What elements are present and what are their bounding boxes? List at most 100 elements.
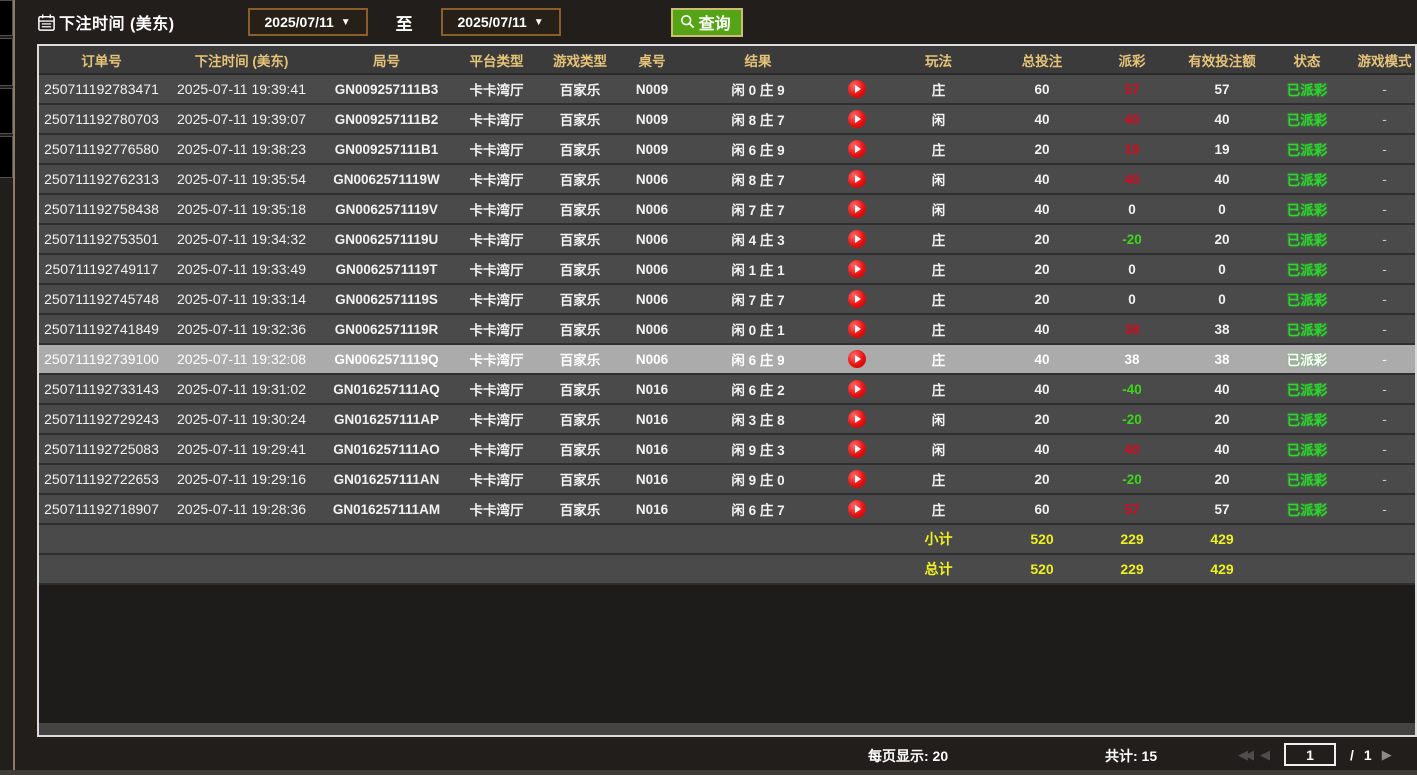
col-header-round: 局号 bbox=[319, 46, 454, 74]
play-icon[interactable] bbox=[848, 80, 866, 98]
play-icon[interactable] bbox=[848, 290, 866, 308]
page-title: 下注时间 (美东) bbox=[59, 10, 175, 34]
table-totals: 小计 520 229 429 总计 520 229 429 bbox=[39, 524, 1417, 584]
cell-platform: 卡卡湾厅 bbox=[454, 164, 539, 194]
table-row[interactable]: 250711192722653 2025-07-11 19:29:16 GN01… bbox=[39, 464, 1417, 494]
cell-result: 闲 9 庄 0 bbox=[683, 464, 833, 494]
table-row[interactable]: 250711192741849 2025-07-11 19:32:36 GN00… bbox=[39, 314, 1417, 344]
cell-bet-type: 庄 bbox=[881, 74, 996, 104]
first-page-icon[interactable]: ◀◀ bbox=[1238, 747, 1250, 763]
col-header-validbet: 有效投注额 bbox=[1176, 46, 1268, 74]
cell-valid-bet: 20 bbox=[1176, 464, 1268, 494]
date-to-select[interactable]: 2025/07/11 ▼ bbox=[441, 8, 561, 36]
cell-status: 已派彩 bbox=[1268, 374, 1346, 404]
col-header-totalbet: 总投注 bbox=[996, 46, 1088, 74]
col-header-bettype: 玩法 bbox=[881, 46, 996, 74]
table-row[interactable]: 250711192733143 2025-07-11 19:31:02 GN01… bbox=[39, 374, 1417, 404]
cell-table-no: N016 bbox=[621, 464, 683, 494]
cell-table-no: N016 bbox=[621, 494, 683, 524]
cell-table-no: N006 bbox=[621, 344, 683, 374]
cell-valid-bet: 40 bbox=[1176, 374, 1268, 404]
table-row[interactable]: 250711192739100 2025-07-11 19:32:08 GN00… bbox=[39, 344, 1417, 374]
play-icon[interactable] bbox=[848, 410, 866, 428]
table-row[interactable]: 250711192718907 2025-07-11 19:28:36 GN01… bbox=[39, 494, 1417, 524]
cell-game-type: 百家乐 bbox=[539, 494, 621, 524]
cell-bet-type: 庄 bbox=[881, 224, 996, 254]
left-edge-decoration bbox=[0, 0, 13, 180]
cell-order: 250711192729243 bbox=[39, 404, 164, 434]
play-icon[interactable] bbox=[848, 350, 866, 368]
table-row[interactable]: 250711192776580 2025-07-11 19:38:23 GN00… bbox=[39, 134, 1417, 164]
cell-status: 已派彩 bbox=[1268, 284, 1346, 314]
cell-order: 250711192722653 bbox=[39, 464, 164, 494]
cell-replay bbox=[833, 314, 881, 344]
play-icon[interactable] bbox=[848, 470, 866, 488]
cell-bet-type: 庄 bbox=[881, 314, 996, 344]
cell-replay bbox=[833, 224, 881, 254]
cell-total-bet: 40 bbox=[996, 344, 1088, 374]
play-icon[interactable] bbox=[848, 440, 866, 458]
cell-status: 已派彩 bbox=[1268, 254, 1346, 284]
cell-game-mode: - bbox=[1346, 494, 1417, 524]
play-icon[interactable] bbox=[848, 320, 866, 338]
table-row[interactable]: 250711192749117 2025-07-11 19:33:49 GN00… bbox=[39, 254, 1417, 284]
table-body: 250711192783471 2025-07-11 19:39:41 GN00… bbox=[39, 74, 1417, 524]
play-icon[interactable] bbox=[848, 110, 866, 128]
cell-replay bbox=[833, 194, 881, 224]
cell-order: 250711192776580 bbox=[39, 134, 164, 164]
cell-status: 已派彩 bbox=[1268, 104, 1346, 134]
play-icon[interactable] bbox=[848, 140, 866, 158]
page-number-input[interactable] bbox=[1284, 743, 1336, 766]
search-button[interactable]: 查询 bbox=[671, 8, 743, 37]
cell-platform: 卡卡湾厅 bbox=[454, 284, 539, 314]
cell-round-id: GN016257111AP bbox=[319, 404, 454, 434]
date-from-select[interactable]: 2025/07/11 ▼ bbox=[248, 8, 368, 36]
cell-bet-type: 闲 bbox=[881, 404, 996, 434]
play-icon[interactable] bbox=[848, 500, 866, 518]
table-row[interactable]: 250711192725083 2025-07-11 19:29:41 GN01… bbox=[39, 434, 1417, 464]
table-row[interactable]: 250711192783471 2025-07-11 19:39:41 GN00… bbox=[39, 74, 1417, 104]
cell-status: 已派彩 bbox=[1268, 314, 1346, 344]
cell-payout: 38 bbox=[1088, 344, 1176, 374]
date-to-value: 2025/07/11 bbox=[458, 14, 527, 30]
next-page-icon[interactable]: ▶ bbox=[1382, 747, 1392, 763]
cell-bet-time: 2025-07-11 19:34:32 bbox=[164, 224, 319, 254]
record-count-label: 共计: 15 bbox=[1105, 746, 1157, 766]
cell-payout: 40 bbox=[1088, 434, 1176, 464]
cell-payout: 19 bbox=[1088, 134, 1176, 164]
subtotal-valid-bet: 429 bbox=[1176, 524, 1268, 554]
cell-valid-bet: 57 bbox=[1176, 74, 1268, 104]
cell-valid-bet: 20 bbox=[1176, 404, 1268, 434]
table-row[interactable]: 250711192729243 2025-07-11 19:30:24 GN01… bbox=[39, 404, 1417, 434]
table-row[interactable]: 250711192762313 2025-07-11 19:35:54 GN00… bbox=[39, 164, 1417, 194]
cell-round-id: GN009257111B3 bbox=[319, 74, 454, 104]
cell-replay bbox=[833, 104, 881, 134]
table-row[interactable]: 250711192753501 2025-07-11 19:34:32 GN00… bbox=[39, 224, 1417, 254]
play-icon[interactable] bbox=[848, 170, 866, 188]
table-row[interactable]: 250711192758438 2025-07-11 19:35:18 GN00… bbox=[39, 194, 1417, 224]
cell-valid-bet: 19 bbox=[1176, 134, 1268, 164]
prev-page-icon[interactable]: ◀ bbox=[1260, 747, 1270, 763]
table-row[interactable]: 250711192745748 2025-07-11 19:33:14 GN00… bbox=[39, 284, 1417, 314]
page-root: 下注时间 (美东) 2025/07/11 ▼ 至 2025/07/11 ▼ 查询 bbox=[0, 0, 1417, 775]
play-icon[interactable] bbox=[848, 260, 866, 278]
table-row[interactable]: 250711192780703 2025-07-11 19:39:07 GN00… bbox=[39, 104, 1417, 134]
play-icon[interactable] bbox=[848, 230, 866, 248]
play-icon[interactable] bbox=[848, 380, 866, 398]
play-icon[interactable] bbox=[848, 200, 866, 218]
cell-bet-time: 2025-07-11 19:32:08 bbox=[164, 344, 319, 374]
col-header-tableno: 桌号 bbox=[621, 46, 683, 74]
cell-payout: -20 bbox=[1088, 464, 1176, 494]
col-header-payout: 派彩 bbox=[1088, 46, 1176, 74]
chevron-down-icon: ▼ bbox=[534, 17, 544, 28]
cell-game-type: 百家乐 bbox=[539, 434, 621, 464]
cell-game-type: 百家乐 bbox=[539, 314, 621, 344]
horizontal-scrollbar[interactable] bbox=[39, 723, 1415, 735]
cell-bet-time: 2025-07-11 19:39:41 bbox=[164, 74, 319, 104]
cell-platform: 卡卡湾厅 bbox=[454, 224, 539, 254]
cell-valid-bet: 20 bbox=[1176, 224, 1268, 254]
cell-order: 250711192718907 bbox=[39, 494, 164, 524]
cell-platform: 卡卡湾厅 bbox=[454, 344, 539, 374]
cell-total-bet: 20 bbox=[996, 224, 1088, 254]
cell-result: 闲 9 庄 3 bbox=[683, 434, 833, 464]
